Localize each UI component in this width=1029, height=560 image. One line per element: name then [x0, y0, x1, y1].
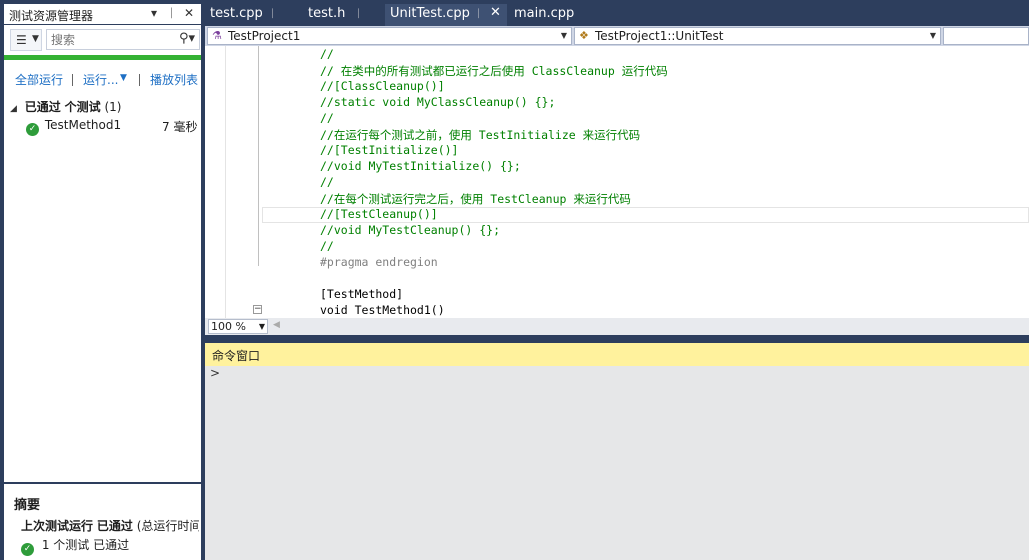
run-all-link[interactable]: 全部运行	[15, 71, 63, 88]
code-line: [TestMethod]	[320, 287, 404, 301]
chevron-down-icon: ▼	[929, 31, 936, 40]
class-icon: ❖	[579, 29, 589, 42]
group-by-button[interactable]: ☰ ▼	[10, 29, 42, 51]
command-window[interactable]: >	[205, 366, 1029, 560]
pin-icon[interactable]: ᛁ	[355, 7, 362, 20]
code-line: //在运行每个测试之前，使用 TestInitialize 来运行代码	[320, 128, 641, 142]
chevron-down-icon: ▼	[258, 322, 265, 331]
scope-dropdown-value: TestProject1::UnitTest	[595, 29, 724, 43]
summary-divider[interactable]	[4, 482, 201, 484]
group-status: 已通过	[24, 100, 61, 114]
code-line: #pragma endregion	[320, 255, 438, 269]
group-count: (1)	[104, 100, 122, 114]
pin-icon[interactable]: ᛁ	[168, 6, 175, 20]
group-by-icon: ☰	[16, 33, 27, 47]
last-run-status: 已通过	[96, 519, 133, 533]
summary-result-text: 1 个测试 已通过	[41, 538, 130, 552]
close-icon[interactable]: ✕	[490, 5, 501, 20]
code-line: //在每个测试运行完之后，使用 TestCleanup 来运行代码	[320, 192, 631, 206]
link-separator	[72, 74, 73, 86]
editor-status-strip: ◀	[205, 318, 1029, 335]
search-box[interactable]: ⚲▾	[46, 29, 200, 50]
code-line: //[TestInitialize()]	[320, 143, 459, 157]
test-explorer-title-bar: 测试资源管理器 ▾ ᛁ ✕	[4, 4, 201, 24]
run-dropdown-icon[interactable]: ▼	[120, 73, 127, 83]
tab-label: test.cpp	[210, 6, 263, 21]
test-duration: 7 毫秒	[162, 120, 198, 134]
command-window-title-bar: 命令窗口	[205, 343, 1029, 366]
last-run-label: 上次测试运行	[21, 519, 94, 533]
pin-icon[interactable]: ᛁ	[475, 7, 482, 20]
code-line: void TestMethod1()	[320, 303, 445, 317]
pin-icon[interactable]: ᛁ	[269, 7, 276, 20]
gutter-separator	[225, 46, 226, 318]
chevron-down-icon: ▼	[560, 31, 567, 40]
project-dropdown-value: TestProject1	[228, 29, 301, 43]
code-line: //	[320, 111, 334, 125]
summary-result: ✓ 1 个测试 已通过	[21, 536, 129, 556]
group-label: 个测试	[64, 100, 101, 114]
collapse-icon[interactable]: −	[253, 305, 262, 314]
link-separator	[139, 74, 140, 86]
tab-label: test.h	[308, 6, 346, 21]
project-dropdown[interactable]: ⚗ TestProject1 ▼	[207, 27, 572, 45]
tab-main-cpp[interactable]: main.cpp	[509, 4, 579, 26]
outline-line	[258, 46, 259, 266]
project-flask-icon: ⚗	[212, 29, 222, 42]
playlist-link-container: 播放列表	[150, 71, 200, 88]
zoom-value: 100 %	[211, 320, 246, 333]
command-prompt: >	[210, 366, 221, 380]
tab-unittest-cpp[interactable]: UnitTest.cpp ᛁ ✕	[385, 4, 507, 26]
code-line: //[ClassCleanup()]	[320, 79, 445, 93]
scope-dropdown[interactable]: ❖ TestProject1::UnitTest ▼	[574, 27, 941, 45]
member-dropdown[interactable]	[943, 27, 1029, 45]
tab-test-h[interactable]: test.h ᛁ	[303, 4, 381, 26]
document-tab-bar: test.cpp ᛁ test.h ᛁ UnitTest.cpp ᛁ ✕ mai…	[205, 0, 1029, 26]
test-group-passed[interactable]: ◢ 已通过 个测试 (1)	[10, 98, 121, 115]
last-run-line: 上次测试运行 已通过 (总运行时间	[21, 517, 199, 534]
test-name: TestMethod1	[44, 118, 122, 132]
code-line: //	[320, 239, 334, 253]
check-circle-icon: ✓	[21, 543, 34, 556]
code-line: //	[320, 47, 334, 61]
close-icon[interactable]: ✕	[184, 6, 194, 20]
chevron-down-icon: ▼	[32, 34, 39, 44]
last-run-detail: (总运行时间	[136, 519, 199, 533]
tab-label: main.cpp	[514, 6, 575, 21]
code-line: //static void MyClassCleanup() {};	[320, 95, 556, 109]
search-input[interactable]	[49, 31, 173, 48]
navigation-bar: ⚗ TestProject1 ▼ ❖ TestProject1::UnitTes…	[205, 26, 1029, 46]
run-link[interactable]: 运行...	[83, 71, 118, 88]
check-circle-icon: ✓	[26, 123, 39, 136]
expander-icon[interactable]: ◢	[10, 104, 17, 114]
code-line: //void MyTestCleanup() {};	[320, 223, 501, 237]
test-item[interactable]: ✓ TestMethod1 7 毫秒	[26, 118, 198, 136]
code-line: //	[320, 175, 334, 189]
summary-heading: 摘要	[14, 498, 41, 513]
test-explorer-title: 测试资源管理器	[9, 9, 94, 23]
scroll-left-icon[interactable]: ◀	[273, 320, 280, 330]
command-window-title: 命令窗口	[212, 349, 261, 363]
code-line: //[TestCleanup()]	[320, 207, 438, 221]
zoom-dropdown[interactable]: 100 % ▼	[208, 319, 268, 334]
test-progress-bar	[4, 55, 201, 60]
search-icon[interactable]: ⚲▾	[179, 31, 195, 46]
code-line: // 在类中的所有测试都已运行之后使用 ClassCleanup 运行代码	[320, 64, 668, 78]
tab-label: UnitTest.cpp	[390, 6, 470, 21]
playlist-link[interactable]: 播放列表	[150, 73, 198, 87]
code-line: //void MyTestInitialize() {};	[320, 159, 521, 173]
tab-test-cpp[interactable]: test.cpp ᛁ	[205, 4, 293, 26]
window-menu-dropdown-icon[interactable]: ▾	[151, 6, 157, 20]
